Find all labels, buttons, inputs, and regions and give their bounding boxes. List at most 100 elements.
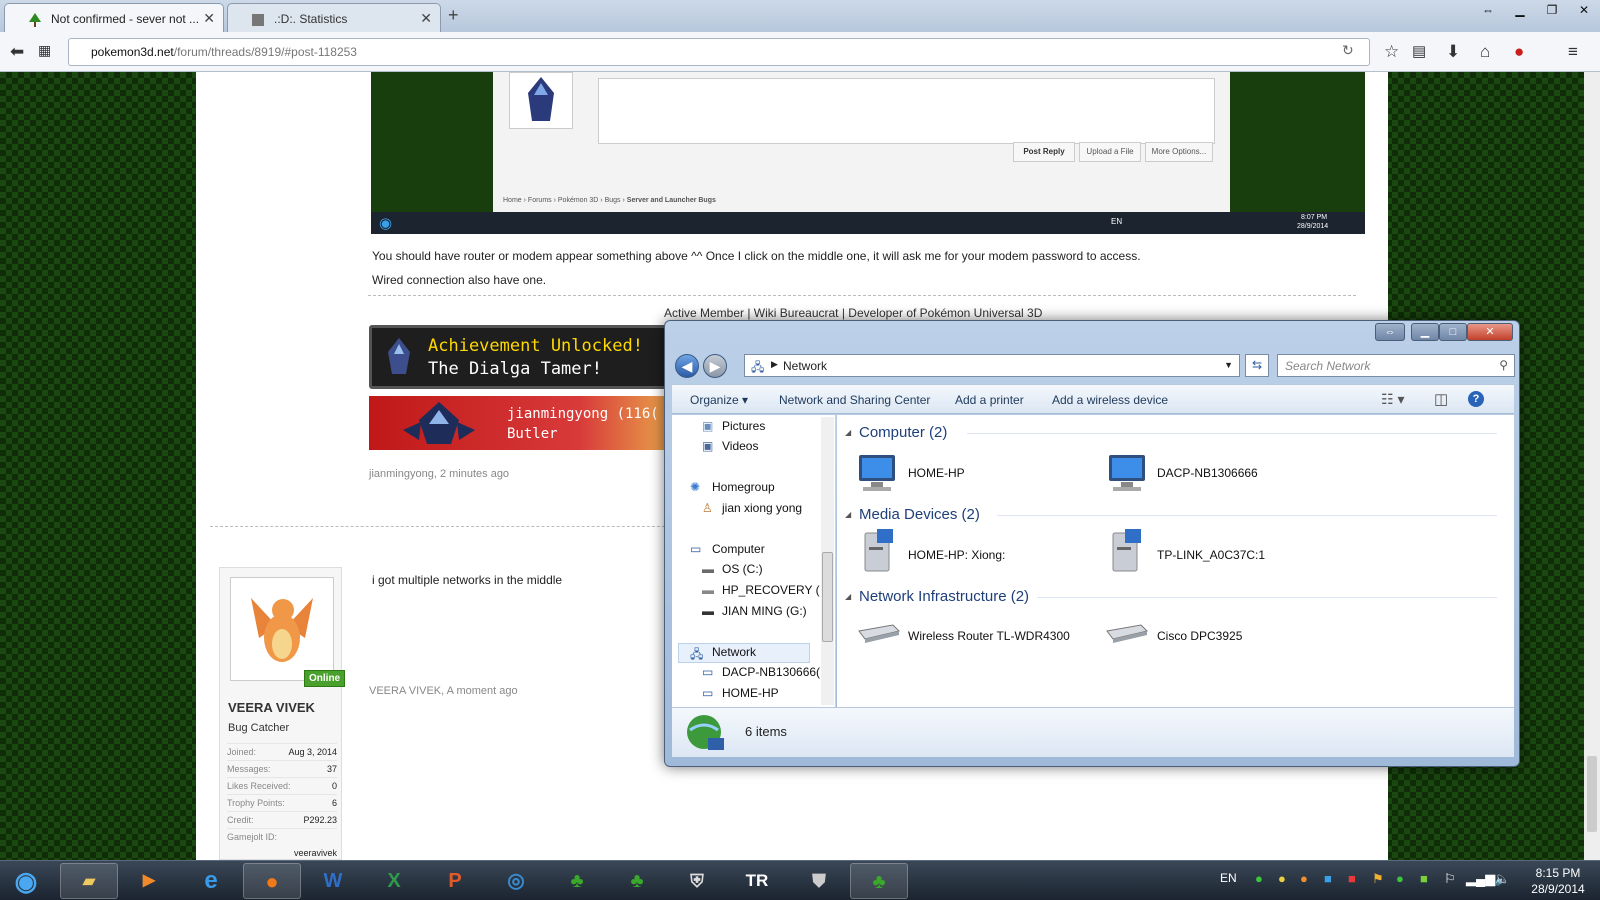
tray-app-icon[interactable]: ● xyxy=(1278,871,1286,886)
close-tab-icon[interactable]: ✕ xyxy=(203,10,215,27)
nav-dacp[interactable]: DACP-NB130666( xyxy=(722,665,820,679)
address-dropdown-icon[interactable]: ▼ xyxy=(1224,360,1233,370)
search-icon[interactable]: ⚲ xyxy=(1499,358,1508,372)
nav-jian-drive[interactable]: JIAN MING (G:) xyxy=(722,604,807,618)
tray-app-icon[interactable]: ● xyxy=(1396,871,1404,886)
internet-explorer-icon[interactable]: e xyxy=(182,863,240,899)
network-signal-icon[interactable]: ▂▄▆ xyxy=(1466,871,1495,887)
group-computer[interactable]: Computer (2) xyxy=(859,424,947,441)
address-location[interactable]: Network xyxy=(783,359,827,373)
explorer-resize-icon[interactable]: ⇔ xyxy=(1375,323,1405,341)
minimize-button[interactable]: ▁ xyxy=(1504,0,1536,20)
nvidia-icon[interactable]: ■ xyxy=(1420,871,1428,886)
collapse-icon[interactable]: ◢ xyxy=(845,510,851,519)
excel-icon[interactable]: X xyxy=(365,863,423,899)
url-bar[interactable]: pokemon3d.net/forum/threads/8919/#post-1… xyxy=(68,38,1370,66)
grid-icon[interactable]: ▦ xyxy=(38,42,51,59)
nav-home-hp[interactable]: HOME-HP xyxy=(722,686,779,700)
tree-app-icon[interactable]: ♣ xyxy=(548,863,606,899)
view-options-icon[interactable]: ☷ ▾ xyxy=(1381,391,1404,408)
word-icon[interactable]: W xyxy=(304,863,362,899)
start-button[interactable]: ◉ xyxy=(0,863,52,899)
explorer-minimize-button[interactable]: ▁ xyxy=(1411,323,1439,341)
tray-flag-icon[interactable]: ⚑ xyxy=(1372,871,1384,887)
group-media-devices[interactable]: Media Devices (2) xyxy=(859,506,980,523)
back-icon[interactable]: ⬅ xyxy=(10,42,24,62)
tr-app-icon[interactable]: TR xyxy=(728,863,786,899)
firefox-icon[interactable]: ● xyxy=(243,863,301,899)
device-home-hp[interactable]: HOME-HP xyxy=(908,466,965,480)
action-center-flag-icon[interactable]: ⚐ xyxy=(1444,871,1456,887)
nav-os-drive[interactable]: OS (C:) xyxy=(722,562,763,576)
tree-app-icon[interactable]: ♣ xyxy=(608,863,666,899)
restore-size-icon[interactable]: ⇔ xyxy=(1472,0,1504,20)
bookmarks-list-icon[interactable]: ▤ xyxy=(1412,42,1426,60)
explorer-maximize-button[interactable]: □ xyxy=(1439,323,1467,341)
help-icon[interactable]: ? xyxy=(1468,391,1484,407)
maximize-button[interactable]: ❐ xyxy=(1536,0,1568,20)
antivirus-icon[interactable]: ■ xyxy=(1348,871,1356,886)
device-cisco[interactable]: Cisco DPC3925 xyxy=(1157,629,1242,643)
device-tp-link[interactable]: TP-LINK_A0C37C:1 xyxy=(1157,548,1265,562)
nav-computer[interactable]: Computer xyxy=(712,542,765,556)
download-icon[interactable]: ⬇ xyxy=(1446,42,1460,62)
tab-statistics[interactable]: .:D:. Statistics ✕ xyxy=(227,3,441,32)
post2-time[interactable]: A moment ago xyxy=(447,685,518,697)
device-home-hp-xiong[interactable]: HOME-HP: Xiong: xyxy=(908,548,1005,562)
tray-app-icon[interactable]: ● xyxy=(1255,871,1263,886)
nav-homegroup[interactable]: Homegroup xyxy=(712,480,775,494)
username[interactable]: VEERA VIVEK xyxy=(228,700,315,715)
explorer-forward-button[interactable]: ▶ xyxy=(703,354,727,378)
tab-active[interactable]: Not confirmed - sever not ... ✕ xyxy=(4,3,224,32)
close-tab-icon[interactable]: ✕ xyxy=(420,10,432,27)
page-scrollbar[interactable] xyxy=(1584,72,1600,860)
nav-user[interactable]: jian xiong yong xyxy=(722,501,802,515)
tray-app-icon[interactable]: ● xyxy=(1300,871,1308,886)
nav-recovery-drive[interactable]: HP_RECOVERY ( xyxy=(722,583,820,597)
network-app-icon[interactable]: ◎ xyxy=(487,863,545,899)
sleeping-dogs-icon[interactable]: ⛨ xyxy=(668,863,726,899)
avatar[interactable] xyxy=(230,577,334,681)
nav-scrollbar[interactable] xyxy=(821,417,834,705)
nav-network[interactable]: Network xyxy=(712,645,756,659)
address-bar[interactable]: 🖧 ▶ Network ▼ xyxy=(744,354,1240,377)
system-clock[interactable]: 8:15 PM 28/9/2014 xyxy=(1520,865,1596,897)
nav-scrollbar-thumb[interactable] xyxy=(822,552,833,642)
media-player-icon[interactable]: ▶ xyxy=(120,863,178,899)
preview-pane-icon[interactable]: ◫ xyxy=(1434,390,1448,408)
nav-videos[interactable]: Videos xyxy=(722,439,758,453)
home-icon[interactable]: ⌂ xyxy=(1480,42,1490,62)
stat-label: Messages: xyxy=(227,764,271,774)
refresh-icon[interactable]: ⇆ xyxy=(1245,354,1269,377)
collapse-icon[interactable]: ◢ xyxy=(845,428,851,437)
device-dacp[interactable]: DACP-NB1306666 xyxy=(1157,466,1258,480)
volume-icon[interactable]: 🔈 xyxy=(1494,871,1510,887)
reload-icon[interactable]: ↻ xyxy=(1342,42,1354,59)
menu-icon[interactable]: ≡ xyxy=(1568,42,1578,62)
close-button[interactable]: ✕ xyxy=(1568,0,1600,20)
post2-author[interactable]: VEERA VIVEK xyxy=(369,685,441,697)
tanks-game-icon[interactable]: ⛊ xyxy=(790,863,848,899)
tray-app-icon[interactable]: ■ xyxy=(1324,871,1332,886)
new-tab-button[interactable]: + xyxy=(448,5,459,26)
powerpoint-icon[interactable]: P xyxy=(426,863,484,899)
adblock-icon[interactable]: ● xyxy=(1514,42,1524,62)
explorer-close-button[interactable]: ✕ xyxy=(1467,323,1513,341)
explorer-taskbar-icon[interactable]: ▰ xyxy=(60,863,118,899)
tree-app-active-icon[interactable]: ♣ xyxy=(850,863,908,899)
search-input[interactable]: Search Network ⚲ xyxy=(1277,354,1515,377)
device-wireless-router[interactable]: Wireless Router TL-WDR4300 xyxy=(908,629,1070,643)
group-network-infrastructure[interactable]: Network Infrastructure (2) xyxy=(859,588,1029,605)
bookmark-star-icon[interactable]: ☆ xyxy=(1384,42,1399,62)
scrollbar-thumb[interactable] xyxy=(1587,756,1597,832)
add-wireless-device-button[interactable]: Add a wireless device xyxy=(1052,393,1168,407)
post1-author[interactable]: jianmingyong xyxy=(369,468,434,480)
network-sharing-center-button[interactable]: Network and Sharing Center xyxy=(779,393,930,407)
language-indicator[interactable]: EN xyxy=(1220,871,1237,885)
organize-menu[interactable]: Organize ▾ xyxy=(690,393,748,407)
post1-time[interactable]: 2 minutes ago xyxy=(440,468,509,480)
collapse-icon[interactable]: ◢ xyxy=(845,592,851,601)
explorer-back-button[interactable]: ◀ xyxy=(675,354,699,378)
nav-pictures[interactable]: Pictures xyxy=(722,419,765,433)
add-printer-button[interactable]: Add a printer xyxy=(955,393,1024,407)
